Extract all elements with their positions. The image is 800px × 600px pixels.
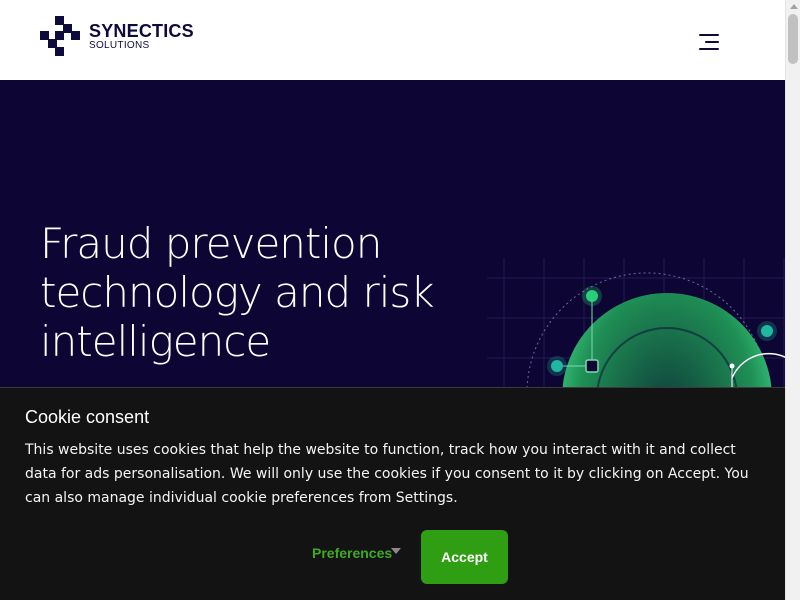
menu-line <box>705 41 719 43</box>
page: SYNECTICS SOLUTIONS Fraud prevention tec… <box>0 0 800 600</box>
scroll-up-arrow-icon[interactable] <box>790 4 798 9</box>
cookie-consent-banner: Cookie consent This website uses cookies… <box>0 387 785 600</box>
logo-subtitle: SOLUTIONS <box>89 39 150 51</box>
chevron-down-icon[interactable] <box>391 548 401 554</box>
accept-button[interactable]: Accept <box>421 530 508 584</box>
page-scrollbar[interactable] <box>785 0 800 600</box>
logo-name: SYNECTICS <box>89 20 194 41</box>
cookie-description: This website uses cookies that help the … <box>25 442 749 506</box>
hero-title: Fraud prevention technology and risk int… <box>40 219 435 366</box>
site-logo[interactable]: SYNECTICS SOLUTIONS <box>40 16 194 56</box>
logo-text: SYNECTICS SOLUTIONS <box>89 22 194 51</box>
menu-line <box>699 34 719 36</box>
site-header: SYNECTICS SOLUTIONS <box>0 0 785 80</box>
logo-mark-icon <box>40 16 80 56</box>
hamburger-menu-button[interactable] <box>697 32 721 52</box>
preferences-button[interactable]: Preferences <box>312 545 392 561</box>
menu-line <box>699 48 719 50</box>
cookie-title: Cookie consent <box>25 407 150 427</box>
scrollbar-thumb[interactable] <box>788 14 798 64</box>
